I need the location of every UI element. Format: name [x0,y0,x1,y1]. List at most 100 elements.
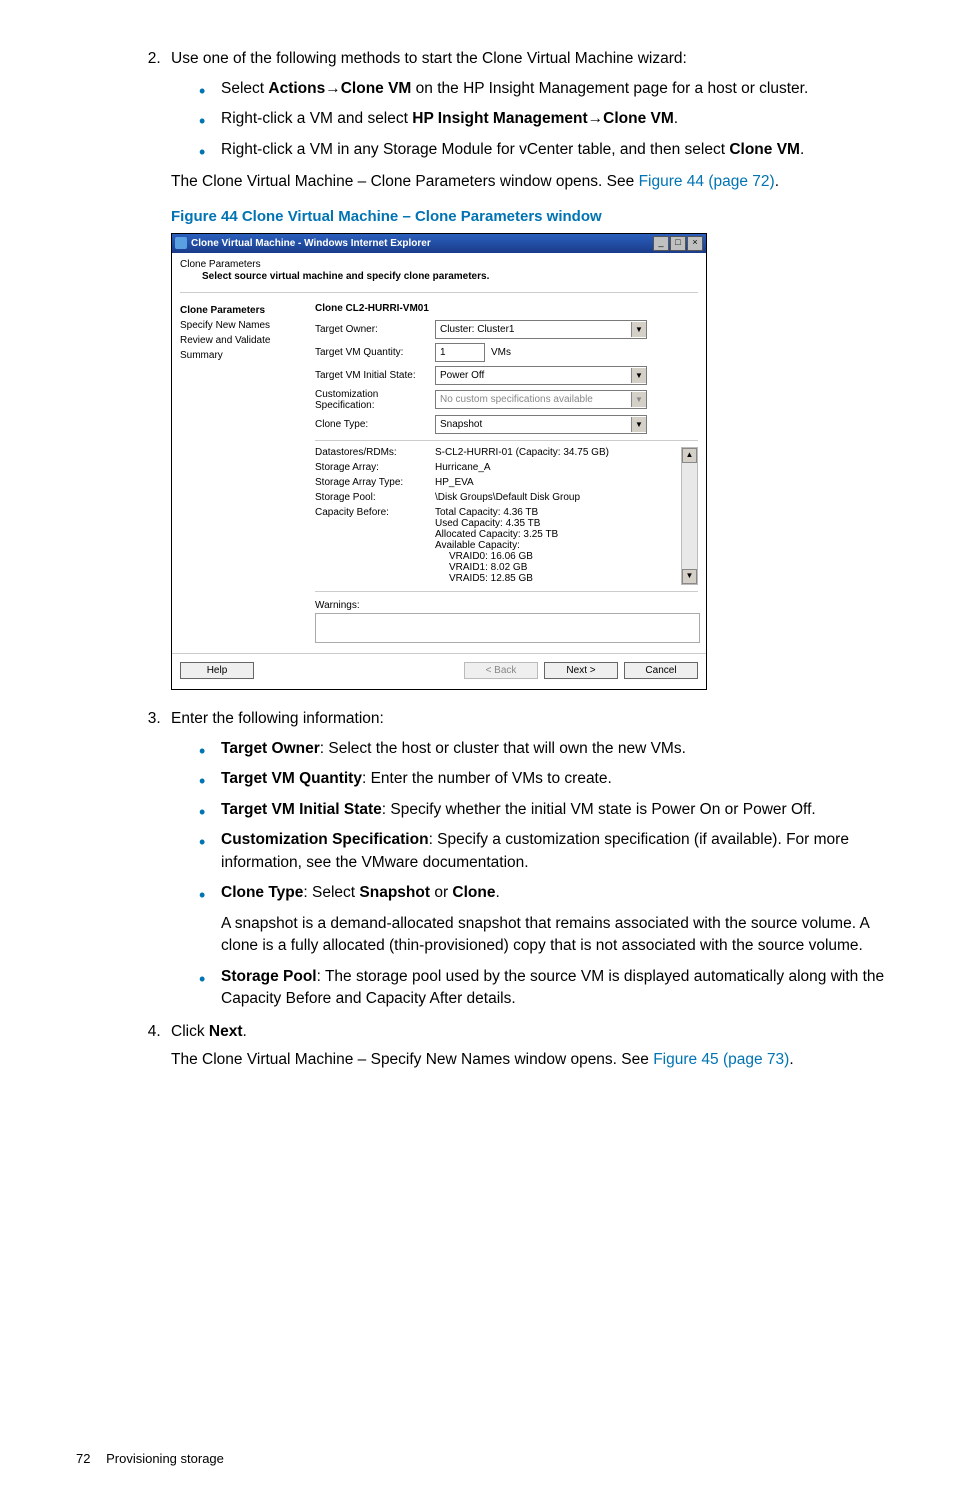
step-4: Click Next. The Clone Virtual Machine – … [165,1023,899,1071]
text-bold: Clone VM [729,141,800,158]
cap-line: Available Capacity: [435,540,681,551]
dropdown-value: Snapshot [436,419,631,430]
page-footer: 72 Provisioning storage [70,1451,899,1466]
text-bold: Actions [268,80,325,97]
dropdown-value: No custom specifications available [436,394,631,405]
text: . [789,1051,793,1068]
label-target-owner: Target Owner: [315,324,435,335]
label-capacity-before: Capacity Before: [315,507,435,518]
wizard-steps: Clone Parameters Specify New Names Revie… [180,303,315,643]
wizard-step-active[interactable]: Clone Parameters [180,303,315,318]
scrollbar[interactable]: ▲ ▼ [681,447,698,585]
cancel-button[interactable]: Cancel [624,662,698,679]
text: : Select [303,884,359,901]
label-datastores: Datastores/RDMs: [315,447,435,458]
scroll-up-icon[interactable]: ▲ [682,448,697,463]
text-bold: Target VM Quantity [221,770,362,787]
step3-bullet-6: Storage Pool: The storage pool used by t… [199,966,899,1011]
text: or [430,884,452,901]
step3-intro: Enter the following information: [171,710,384,727]
text: : Enter the number of VMs to create. [362,770,612,787]
label-vm-qty: Target VM Quantity: [315,347,435,358]
arrow: → [325,80,341,97]
text: : Specify whether the initial VM state i… [382,801,816,818]
text-bold: Target VM Initial State [221,801,382,818]
warnings-box [315,613,700,643]
text-bold: Clone VM [341,80,412,97]
text: Right-click a VM in any Storage Module f… [221,141,729,158]
target-owner-dropdown[interactable]: Cluster: Cluster1▼ [435,320,647,339]
cap-line: VRAID5: 12.85 GB [449,573,681,581]
label-warnings: Warnings: [315,600,698,611]
value-storage-array: Hurricane_A [435,462,681,473]
text: . [495,884,499,901]
text: Select [221,80,268,97]
step4-after: The Clone Virtual Machine – Specify New … [171,1049,899,1071]
step2-intro: Use one of the following methods to star… [171,50,687,67]
dropdown-value: Cluster: Cluster1 [436,324,631,335]
step2-bullet-2: Right-click a VM and select HP Insight M… [199,108,899,130]
input-value: 1 [440,347,446,358]
text-bold: Target Owner [221,740,320,757]
scroll-down-icon[interactable]: ▼ [682,569,697,584]
text: The Clone Virtual Machine – Clone Parame… [171,173,639,190]
maximize-button[interactable]: □ [670,236,686,251]
label-storage-pool: Storage Pool: [315,492,435,503]
text: . [674,110,678,127]
label-clone-type: Clone Type: [315,419,435,430]
text: . [243,1023,247,1040]
wizard-step[interactable]: Review and Validate [180,333,315,348]
minimize-button[interactable]: _ [653,236,669,251]
ie-icon [175,237,187,249]
value-storage-pool: \Disk Groups\Default Disk Group [435,492,681,503]
cap-line: VRAID0: 16.06 GB [449,551,681,562]
xref-link[interactable]: Figure 45 (page 73) [653,1051,789,1068]
window-title: Clone Virtual Machine - Windows Internet… [191,238,431,249]
label-storage-array: Storage Array: [315,462,435,473]
value-datastores: S-CL2-HURRI-01 (Capacity: 34.75 GB) [435,447,681,458]
step3-bullet-2: Target VM Quantity: Enter the number of … [199,768,899,790]
chevron-down-icon[interactable]: ▼ [631,417,646,432]
text: Click [171,1023,209,1040]
figure-caption: Figure 44 Clone Virtual Machine – Clone … [171,208,899,225]
cust-spec-dropdown[interactable]: No custom specifications available▼ [435,390,647,409]
step3-bullet-4: Customization Specification: Specify a c… [199,829,899,874]
step3-bullet-5: Clone Type: Select Snapshot or Clone. A … [199,882,899,957]
value-array-type: HP_EVA [435,477,681,488]
chevron-down-icon: ▼ [631,392,646,407]
text-bold: Clone Type [221,884,303,901]
cap-line: Total Capacity: 4.36 TB [435,507,681,518]
text-bold: Snapshot [359,884,430,901]
cap-line: VRAID1: 8.02 GB [449,562,681,573]
wizard-step[interactable]: Summary [180,348,315,363]
step3-bullet-1: Target Owner: Select the host or cluster… [199,738,899,760]
vm-qty-input[interactable]: 1 [435,343,485,362]
dropdown-value: Power Off [436,370,631,381]
xref-link[interactable]: Figure 44 (page 72) [639,173,775,190]
clone-type-dropdown[interactable]: Snapshot▼ [435,415,647,434]
text-bold: Next [209,1023,243,1040]
text-bold: Clone [452,884,495,901]
text-bold: Customization Specification [221,831,429,848]
cap-line: Used Capacity: 4.35 TB [435,518,681,529]
chevron-down-icon[interactable]: ▼ [631,322,646,337]
value-capacity-before: Total Capacity: 4.36 TB Used Capacity: 4… [435,507,681,581]
step2-bullet-3: Right-click a VM in any Storage Module f… [199,139,899,161]
step-3: Enter the following information: Target … [165,710,899,1011]
step3-bullet-3: Target VM Initial State: Specify whether… [199,799,899,821]
close-button[interactable]: × [687,236,703,251]
chevron-down-icon[interactable]: ▼ [631,368,646,383]
help-button[interactable]: Help [180,662,254,679]
footer-section: Provisioning storage [106,1451,224,1466]
vm-qty-suffix: VMs [491,347,511,358]
next-button[interactable]: Next > [544,662,618,679]
wizard-step[interactable]: Specify New Names [180,318,315,333]
cap-line: Allocated Capacity: 3.25 TB [435,529,681,540]
text-bold: Storage Pool [221,968,317,985]
dialog-subheader: Select source virtual machine and specif… [202,271,698,282]
titlebar: Clone Virtual Machine - Windows Internet… [172,234,706,253]
text-bold: Clone VM [603,110,674,127]
clone-title: Clone CL2-HURRI-VM01 [315,303,698,314]
init-state-dropdown[interactable]: Power Off▼ [435,366,647,385]
arrow: → [588,110,604,127]
